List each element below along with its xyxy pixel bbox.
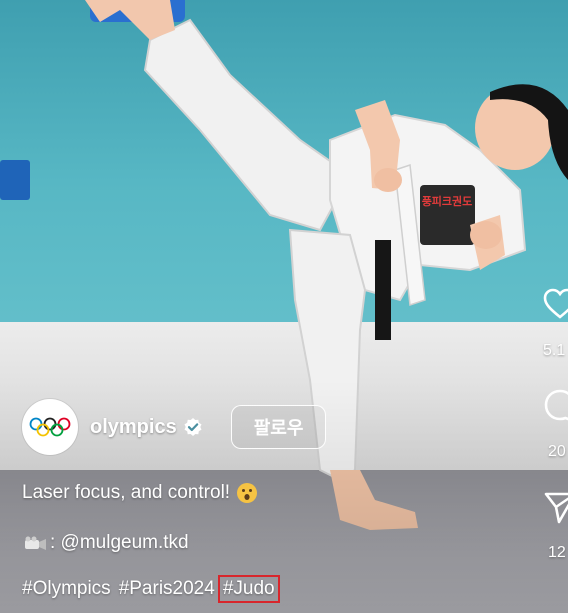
uniform-print-text: 풍피크권도: [422, 194, 473, 208]
verified-badge-icon: [184, 418, 202, 436]
author-row: olympics 팔로우: [22, 398, 327, 456]
share-count: 12: [548, 544, 566, 561]
video-credit-text: : @mulgeum.tkd: [50, 532, 189, 553]
reel-viewer: 풍피크권도 olympics 팔로우 Laser focus, and cont…: [0, 0, 568, 613]
follow-button[interactable]: 팔로우: [230, 405, 327, 449]
caption-text: Laser focus, and control!: [22, 482, 231, 503]
comment-bubble-icon: [544, 389, 568, 421]
hashtag-paris2024[interactable]: #Paris2024: [119, 578, 215, 600]
action-rail: 5.1 20 12: [540, 0, 568, 613]
author-avatar[interactable]: [22, 399, 78, 455]
like-count: 5.1: [543, 342, 566, 359]
author-username[interactable]: olympics: [90, 416, 177, 439]
caption[interactable]: Laser focus, and control!: [22, 482, 258, 504]
olympic-rings-icon: [29, 417, 71, 437]
share-button[interactable]: [543, 490, 568, 531]
heart-icon: [543, 288, 568, 319]
hashtag-olympics[interactable]: #Olympics: [22, 578, 111, 600]
send-paper-plane-icon: [544, 492, 568, 524]
surprised-face-emoji-icon: [237, 483, 258, 503]
comment-button[interactable]: [543, 388, 568, 429]
hashtag-judo-highlighted[interactable]: #Judo: [217, 575, 280, 603]
like-button[interactable]: [543, 288, 568, 325]
comment-count: 20: [548, 443, 566, 460]
hashtag-list: #Olympics #Paris2024 #Judo: [22, 575, 285, 603]
video-camera-icon: [25, 536, 46, 550]
video-credit[interactable]: : @mulgeum.tkd: [22, 532, 189, 554]
